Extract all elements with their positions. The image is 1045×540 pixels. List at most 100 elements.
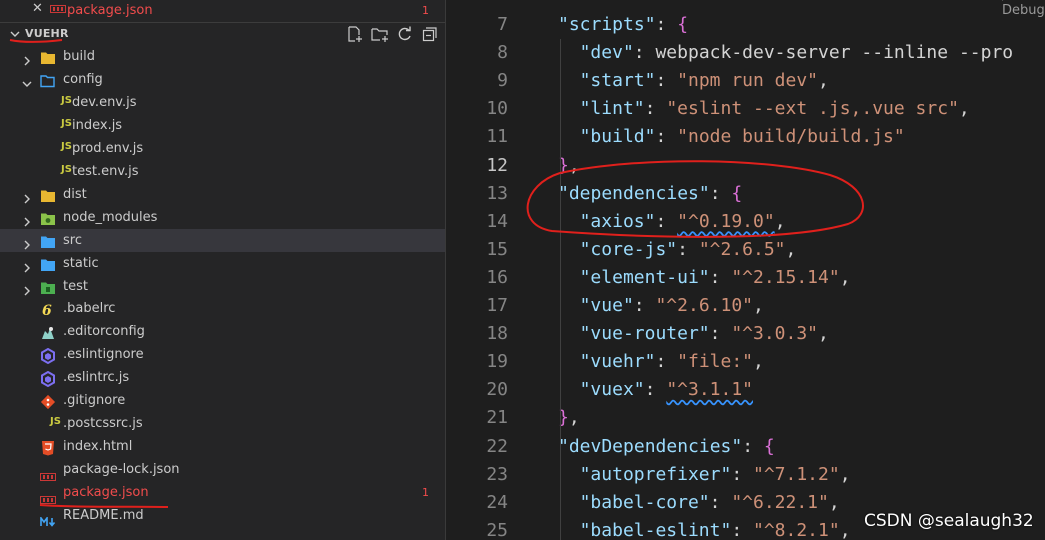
line-number: 16 — [486, 266, 508, 288]
line-number: 24 — [486, 491, 508, 513]
tree-item-readme-md[interactable]: README.md — [0, 504, 445, 527]
eslint-file-icon — [40, 371, 56, 388]
tree-item-static[interactable]: static — [0, 252, 445, 275]
code-line[interactable]: 9 "start": "npm run dev", — [446, 67, 1045, 95]
tree-item-babelrc[interactable]: 6 .babelrc — [0, 297, 445, 320]
code-text: "autoprefixer": "^7.1.2", — [579, 463, 851, 485]
javascript-file-icon: JS — [61, 163, 72, 175]
src-folder-icon — [40, 234, 56, 248]
code-text: "dev": webpack-dev-server --inline --pro — [579, 42, 1014, 64]
code-text: "scripts": { — [558, 14, 689, 35]
code-line[interactable]: 14 "axios": "^0.19.0", — [446, 208, 1045, 236]
javascript-file-icon: JS — [61, 140, 72, 152]
open-editor-item[interactable]: ✕ package.json 1 — [0, 0, 445, 22]
code-line[interactable]: 22 "devDependencies": { — [446, 433, 1045, 461]
code-text: "build": "node build/build.js" — [579, 126, 905, 148]
code-line[interactable]: 18 "vue-router": "^3.0.3", — [446, 320, 1045, 348]
tree-item-label: .editorconfig — [63, 324, 145, 340]
code-line[interactable]: 21}, — [446, 404, 1045, 432]
code-text: "devDependencies": { — [558, 435, 775, 457]
code-text: "babel-eslint": "^8.2.1", — [579, 519, 851, 540]
code-line[interactable]: 16 "element-ui": "^2.15.14", — [446, 264, 1045, 292]
line-number: 21 — [486, 407, 508, 429]
code-line[interactable]: 11 "build": "node build/build.js" — [446, 123, 1045, 151]
npm-json-file-icon — [40, 489, 56, 505]
tree-item-label: build — [63, 49, 95, 64]
line-number: 9 — [497, 70, 508, 92]
code-line[interactable]: 12}, — [446, 152, 1045, 180]
line-number: 17 — [486, 295, 508, 316]
tree-item-label: test.env.js — [72, 163, 139, 179]
javascript-file-icon: JS — [61, 94, 72, 106]
tree-item-editorconfig[interactable]: .editorconfig — [0, 320, 445, 343]
code-line[interactable]: 20 "vuex": "^3.1.1" — [446, 376, 1045, 404]
tree-item-package-json[interactable]: package.json 1 — [0, 481, 445, 505]
workspace-title: VUEHR — [25, 27, 69, 40]
tree-item-eslintrc-js[interactable]: .eslintrc.js — [0, 366, 445, 389]
new-file-icon[interactable] — [346, 25, 364, 43]
line-number: 20 — [486, 379, 508, 401]
code-text: "vuehr": "file:", — [579, 351, 764, 373]
line-number: 12 — [486, 154, 508, 176]
code-editor[interactable]: ▷ Debug 7"scripts": {8"dev": webpack-dev… — [446, 0, 1045, 540]
tree-item-dev-env-js[interactable]: JS dev.env.js — [0, 91, 445, 114]
tree-item-config[interactable]: config — [0, 68, 445, 91]
line-number: 25 — [486, 519, 508, 540]
svg-text:6: 6 — [42, 303, 52, 318]
git-file-icon — [40, 394, 56, 410]
code-line[interactable]: 23 "autoprefixer": "^7.1.2", — [446, 461, 1045, 489]
code-line[interactable]: 10 "lint": "eslint --ext .js,.vue src", — [446, 95, 1045, 123]
refresh-icon[interactable] — [396, 25, 414, 43]
close-editor-icon[interactable]: ✕ — [32, 1, 43, 16]
code-line[interactable]: 19 "vuehr": "file:", — [446, 348, 1045, 376]
tree-item-index-html[interactable]: index.html — [0, 435, 445, 458]
code-line[interactable]: 8 "dev": webpack-dev-server --inline --pr… — [446, 39, 1045, 67]
tree-item-test[interactable]: test — [0, 275, 445, 298]
node-modules-folder-icon — [40, 211, 56, 225]
tree-item-eslintignore[interactable]: .eslintignore — [0, 343, 445, 366]
eslint-file-icon — [40, 348, 56, 365]
tree-item-index-js[interactable]: JS index.js — [0, 114, 445, 137]
code-line[interactable]: 17 "vue": "^2.6.10", — [446, 292, 1045, 320]
tree-item-gitignore[interactable]: .gitignore — [0, 389, 445, 412]
tree-item-label: package.json — [63, 485, 149, 501]
tree-item-label: README.md — [63, 508, 144, 523]
code-text: "axios": "^0.19.0", — [579, 210, 786, 232]
open-editor-filename: package.json — [67, 3, 153, 18]
tree-item-dist[interactable]: dist — [0, 183, 445, 206]
explorer-section-header[interactable]: VUEHR — [0, 22, 445, 45]
tree-item-src[interactable]: src — [0, 228, 445, 252]
code-line[interactable]: 7 "scripts": { — [446, 11, 1045, 39]
code-text: "start": "npm run dev", — [579, 70, 829, 92]
code-line[interactable]: 15 "core-js": "^2.6.5", — [446, 236, 1045, 264]
folder-icon — [40, 188, 56, 202]
line-number: 23 — [486, 463, 508, 485]
tree-item-node-modules[interactable]: node_modules — [0, 206, 445, 229]
editorconfig-file-icon — [40, 325, 56, 340]
html-file-icon — [40, 440, 56, 456]
code-text: "vuex": "^3.1.1" — [579, 379, 754, 401]
static-folder-icon — [40, 257, 56, 271]
code-text: "dependencies": { — [558, 182, 743, 204]
markdown-file-icon — [40, 512, 56, 527]
new-folder-icon[interactable] — [370, 25, 390, 43]
line-number: 7 — [497, 14, 508, 35]
tree-item-label: .eslintignore — [63, 347, 144, 363]
line-number: 19 — [486, 351, 508, 373]
code-line[interactable]: 13 "dependencies": { — [446, 180, 1045, 208]
indent-guide — [560, 39, 561, 540]
tree-item-label: dist — [63, 186, 87, 202]
code-text: }, — [558, 407, 580, 429]
tree-item-test-env-js[interactable]: JS test.env.js — [0, 160, 445, 183]
code-text: "element-ui": "^2.15.14", — [579, 266, 851, 288]
tree-item-postcssrc-js[interactable]: JS .postcssrc.js — [0, 412, 445, 435]
tree-item-label: src — [63, 232, 82, 248]
tree-item-label: .babelrc — [63, 301, 116, 317]
tree-item-prod-env-js[interactable]: JS prod.env.js — [0, 137, 445, 160]
code-text: "lint": "eslint --ext .js,.vue src", — [579, 98, 970, 120]
collapse-all-icon[interactable] — [421, 25, 439, 43]
code-text: "core-js": "^2.6.5", — [579, 238, 797, 260]
folder-icon — [40, 50, 56, 64]
tree-item-build[interactable]: build — [0, 45, 445, 68]
tree-item-package-lock-json[interactable]: package-lock.json — [0, 458, 445, 482]
